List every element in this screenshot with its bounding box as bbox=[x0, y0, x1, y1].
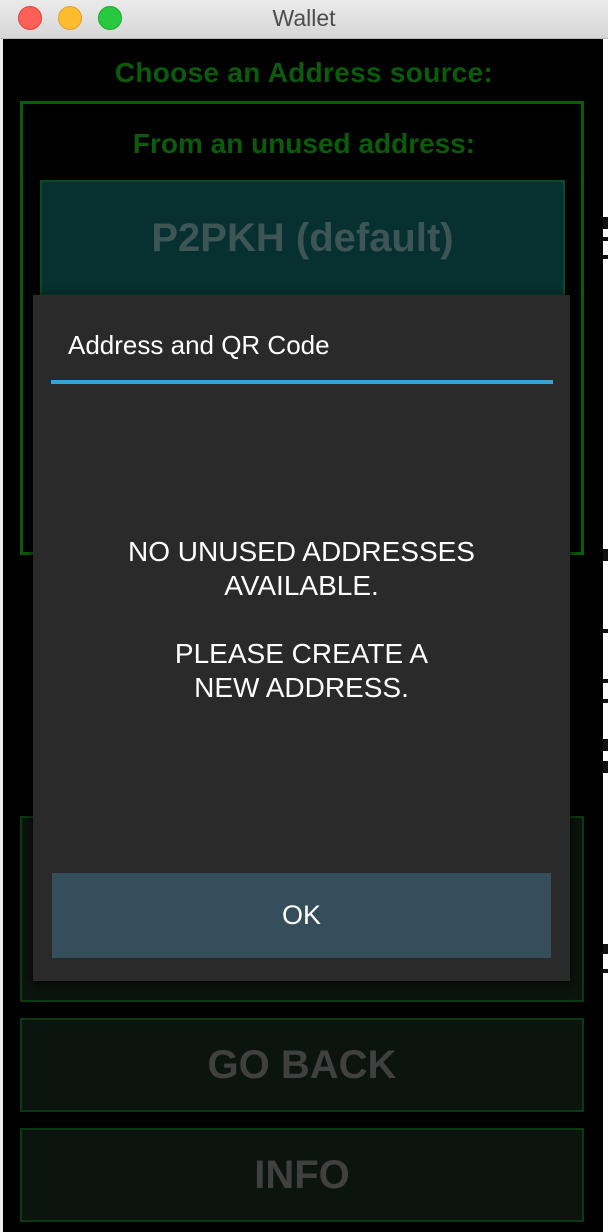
dialog-message-line: NO UNUSED ADDRESSES bbox=[128, 536, 475, 567]
dialog-title-divider bbox=[51, 380, 553, 384]
dialog-message-line: PLEASE CREATE A bbox=[174, 638, 429, 669]
dialog-title: Address and QR Code bbox=[68, 330, 330, 360]
address-dialog: Address and QR Code NO UNUSED ADDRESSES … bbox=[33, 295, 570, 981]
info-button[interactable]: INFO bbox=[20, 1128, 584, 1222]
ok-button[interactable]: OK bbox=[52, 873, 551, 958]
address-source-heading: Choose an Address source: bbox=[114, 57, 494, 88]
dialog-message-line: AVAILABLE. bbox=[224, 570, 379, 601]
title-bar[interactable]: Wallet bbox=[0, 0, 608, 39]
unused-address-heading: From an unused address: bbox=[132, 128, 476, 159]
p2pkh-button[interactable]: P2PKH (default) bbox=[40, 180, 565, 296]
go-back-button[interactable]: GO BACK bbox=[20, 1018, 584, 1112]
window-title: Wallet bbox=[272, 5, 336, 31]
dialog-message: NO UNUSED ADDRESSES AVAILABLE. PLEASE CR… bbox=[33, 535, 570, 739]
background-window-edge bbox=[603, 39, 608, 1232]
app-window: Wallet Choose an Address source: From an… bbox=[0, 0, 608, 1232]
dialog-message-line: NEW ADDRESS. bbox=[194, 672, 409, 703]
